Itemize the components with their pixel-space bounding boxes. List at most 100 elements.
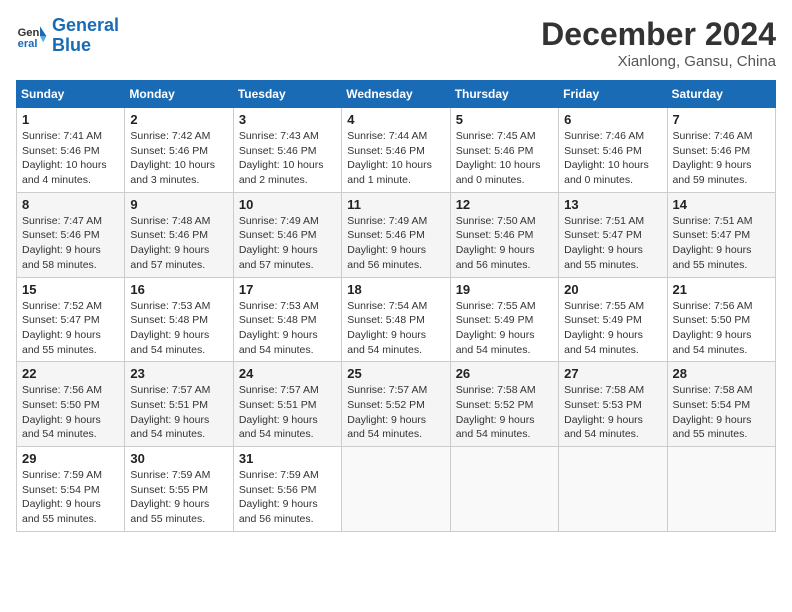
day-number: 12: [456, 197, 553, 212]
logo-line2: Blue: [52, 35, 91, 55]
svg-text:eral: eral: [18, 38, 38, 50]
calendar-cell: 19 Sunrise: 7:55 AMSunset: 5:49 PMDayligh…: [450, 277, 558, 362]
calendar-cell: 4 Sunrise: 7:44 AMSunset: 5:46 PMDaylight…: [342, 108, 450, 193]
calendar-cell: 22 Sunrise: 7:56 AMSunset: 5:50 PMDayligh…: [17, 362, 125, 447]
day-number: 9: [130, 197, 227, 212]
day-number: 15: [22, 282, 119, 297]
day-info: Sunrise: 7:57 AMSunset: 5:51 PMDaylight:…: [130, 383, 227, 442]
day-number: 27: [564, 366, 661, 381]
logo-text: General Blue: [52, 16, 119, 56]
day-number: 31: [239, 451, 336, 466]
location-text: Xianlong, Gansu, China: [541, 53, 776, 70]
calendar-table: SundayMondayTuesdayWednesdayThursdayFrid…: [16, 80, 776, 532]
calendar-cell: 28 Sunrise: 7:58 AMSunset: 5:54 PMDayligh…: [667, 362, 775, 447]
day-number: 29: [22, 451, 119, 466]
calendar-cell: [667, 447, 775, 532]
calendar-cell: [450, 447, 558, 532]
day-info: Sunrise: 7:46 AMSunset: 5:46 PMDaylight:…: [673, 129, 770, 188]
day-number: 5: [456, 112, 553, 127]
page-header: Gen eral General Blue December 2024 Xian…: [16, 16, 776, 70]
calendar-cell: 2Sunrise: 7:42 AMSunset: 5:46 PMDaylight…: [125, 108, 233, 193]
day-number: 25: [347, 366, 444, 381]
day-info: Sunrise: 7:53 AMSunset: 5:48 PMDaylight:…: [130, 299, 227, 358]
calendar-cell: 31 Sunrise: 7:59 AMSunset: 5:56 PMDayligh…: [233, 447, 341, 532]
day-number: 16: [130, 282, 227, 297]
day-info: Sunrise: 7:49 AMSunset: 5:46 PMDaylight:…: [347, 214, 444, 273]
calendar-cell: 13 Sunrise: 7:51 AMSunset: 5:47 PMDayligh…: [559, 192, 667, 277]
day-number: 26: [456, 366, 553, 381]
day-info: Sunrise: 7:51 AMSunset: 5:47 PMDaylight:…: [673, 214, 770, 273]
day-info: Sunrise: 7:55 AMSunset: 5:49 PMDaylight:…: [456, 299, 553, 358]
day-number: 1: [22, 112, 119, 127]
weekday-header-row: SundayMondayTuesdayWednesdayThursdayFrid…: [17, 81, 776, 108]
logo-icon: Gen eral: [16, 20, 48, 52]
day-number: 8: [22, 197, 119, 212]
calendar-cell: 11 Sunrise: 7:49 AMSunset: 5:46 PMDayligh…: [342, 192, 450, 277]
day-info: Sunrise: 7:52 AMSunset: 5:47 PMDaylight:…: [22, 299, 119, 358]
calendar-cell: 24Sunrise: 7:57 AMSunset: 5:51 PMDayligh…: [233, 362, 341, 447]
day-info: Sunrise: 7:58 AMSunset: 5:53 PMDaylight:…: [564, 383, 661, 442]
day-number: 11: [347, 197, 444, 212]
week-row-1: 1Sunrise: 7:41 AMSunset: 5:46 PMDaylight…: [17, 108, 776, 193]
calendar-cell: 8 Sunrise: 7:47 AMSunset: 5:46 PMDaylight…: [17, 192, 125, 277]
day-number: 7: [673, 112, 770, 127]
day-number: 28: [673, 366, 770, 381]
weekday-header-friday: Friday: [559, 81, 667, 108]
logo-line1: General: [52, 15, 119, 35]
day-info: Sunrise: 7:57 AMSunset: 5:51 PMDaylight:…: [239, 383, 336, 442]
day-info: Sunrise: 7:48 AMSunset: 5:46 PMDaylight:…: [130, 214, 227, 273]
calendar-cell: 9 Sunrise: 7:48 AMSunset: 5:46 PMDaylight…: [125, 192, 233, 277]
weekday-header-monday: Monday: [125, 81, 233, 108]
day-info: Sunrise: 7:50 AMSunset: 5:46 PMDaylight:…: [456, 214, 553, 273]
calendar-cell: 10 Sunrise: 7:49 AMSunset: 5:46 PMDayligh…: [233, 192, 341, 277]
calendar-cell: 26 Sunrise: 7:58 AMSunset: 5:52 PMDayligh…: [450, 362, 558, 447]
day-number: 30: [130, 451, 227, 466]
weekday-header-tuesday: Tuesday: [233, 81, 341, 108]
day-number: 18: [347, 282, 444, 297]
day-number: 14: [673, 197, 770, 212]
day-info: Sunrise: 7:58 AMSunset: 5:52 PMDaylight:…: [456, 383, 553, 442]
calendar-cell: [342, 447, 450, 532]
day-number: 10: [239, 197, 336, 212]
month-title: December 2024: [541, 16, 776, 53]
logo: Gen eral General Blue: [16, 16, 119, 56]
svg-text:Gen: Gen: [18, 27, 40, 39]
weekday-header-sunday: Sunday: [17, 81, 125, 108]
calendar-cell: 30 Sunrise: 7:59 AMSunset: 5:55 PMDayligh…: [125, 447, 233, 532]
calendar-cell: 12 Sunrise: 7:50 AMSunset: 5:46 PMDayligh…: [450, 192, 558, 277]
day-info: Sunrise: 7:59 AMSunset: 5:55 PMDaylight:…: [130, 468, 227, 527]
week-row-5: 29 Sunrise: 7:59 AMSunset: 5:54 PMDayligh…: [17, 447, 776, 532]
calendar-cell: 21Sunrise: 7:56 AMSunset: 5:50 PMDayligh…: [667, 277, 775, 362]
day-info: Sunrise: 7:59 AMSunset: 5:54 PMDaylight:…: [22, 468, 119, 527]
day-info: Sunrise: 7:59 AMSunset: 5:56 PMDaylight:…: [239, 468, 336, 527]
day-info: Sunrise: 7:58 AMSunset: 5:54 PMDaylight:…: [673, 383, 770, 442]
calendar-cell: 17Sunrise: 7:53 AMSunset: 5:48 PMDayligh…: [233, 277, 341, 362]
calendar-cell: 18 Sunrise: 7:54 AMSunset: 5:48 PMDayligh…: [342, 277, 450, 362]
day-info: Sunrise: 7:47 AMSunset: 5:46 PMDaylight:…: [22, 214, 119, 273]
calendar-cell: 5Sunrise: 7:45 AMSunset: 5:46 PMDaylight…: [450, 108, 558, 193]
day-number: 3: [239, 112, 336, 127]
day-info: Sunrise: 7:42 AMSunset: 5:46 PMDaylight:…: [130, 129, 227, 188]
calendar-cell: 25 Sunrise: 7:57 AMSunset: 5:52 PMDayligh…: [342, 362, 450, 447]
day-info: Sunrise: 7:49 AMSunset: 5:46 PMDaylight:…: [239, 214, 336, 273]
day-info: Sunrise: 7:51 AMSunset: 5:47 PMDaylight:…: [564, 214, 661, 273]
title-block: December 2024 Xianlong, Gansu, China: [541, 16, 776, 70]
day-number: 17: [239, 282, 336, 297]
day-info: Sunrise: 7:44 AMSunset: 5:46 PMDaylight:…: [347, 129, 444, 188]
calendar-cell: [559, 447, 667, 532]
calendar-cell: 20Sunrise: 7:55 AMSunset: 5:49 PMDayligh…: [559, 277, 667, 362]
calendar-cell: 1Sunrise: 7:41 AMSunset: 5:46 PMDaylight…: [17, 108, 125, 193]
weekday-header-thursday: Thursday: [450, 81, 558, 108]
day-number: 19: [456, 282, 553, 297]
day-number: 22: [22, 366, 119, 381]
day-info: Sunrise: 7:46 AMSunset: 5:46 PMDaylight:…: [564, 129, 661, 188]
week-row-4: 22 Sunrise: 7:56 AMSunset: 5:50 PMDayligh…: [17, 362, 776, 447]
day-info: Sunrise: 7:54 AMSunset: 5:48 PMDaylight:…: [347, 299, 444, 358]
calendar-cell: 3Sunrise: 7:43 AMSunset: 5:46 PMDaylight…: [233, 108, 341, 193]
day-info: Sunrise: 7:57 AMSunset: 5:52 PMDaylight:…: [347, 383, 444, 442]
day-number: 13: [564, 197, 661, 212]
day-number: 4: [347, 112, 444, 127]
calendar-cell: 27 Sunrise: 7:58 AMSunset: 5:53 PMDayligh…: [559, 362, 667, 447]
week-row-3: 15 Sunrise: 7:52 AMSunset: 5:47 PMDayligh…: [17, 277, 776, 362]
day-info: Sunrise: 7:56 AMSunset: 5:50 PMDaylight:…: [22, 383, 119, 442]
